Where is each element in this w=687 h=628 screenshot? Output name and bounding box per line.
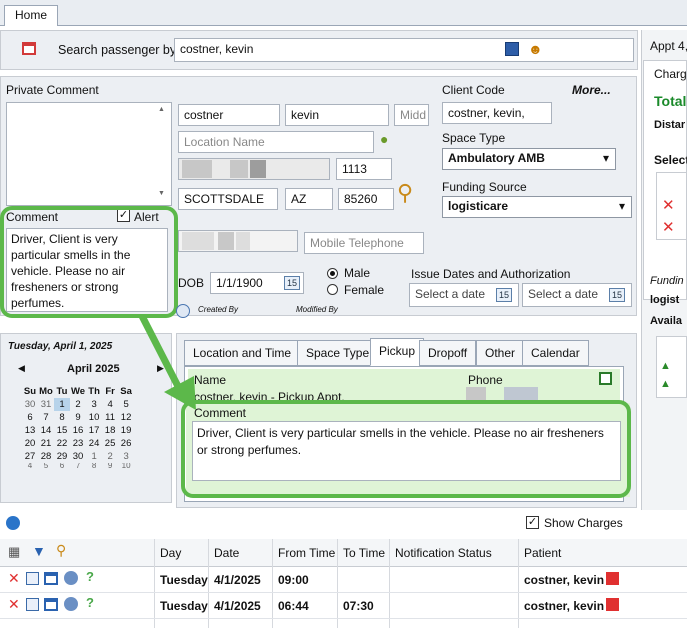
row-day: Tuesday	[160, 573, 208, 587]
patient-status-marker	[606, 572, 619, 585]
patient-status-marker	[606, 598, 619, 611]
help-icon[interactable]: ?	[86, 569, 94, 584]
row-date: 4/1/2025	[214, 573, 261, 587]
help-icon[interactable]: ?	[86, 595, 94, 610]
col-day[interactable]: Day	[160, 546, 181, 560]
row-patient: costner, kevin	[524, 573, 605, 587]
row-from-time: 06:44	[278, 599, 309, 613]
col-notification-status[interactable]: Notification Status	[395, 546, 492, 560]
filter-icon[interactable]: ▼	[32, 543, 46, 559]
grid-icon[interactable]	[44, 572, 58, 585]
download-icon[interactable]	[64, 597, 78, 611]
show-charges-label: Show Charges	[544, 516, 623, 530]
download-icon[interactable]	[64, 571, 78, 585]
col-patient[interactable]: Patient	[524, 546, 561, 560]
highlight-arrow	[138, 314, 196, 410]
edit-icon[interactable]	[26, 598, 39, 611]
delete-icon[interactable]: ✕	[8, 570, 20, 587]
row-patient: costner, kevin	[524, 599, 605, 613]
grid-icon[interactable]	[44, 598, 58, 611]
row-day: Tuesday	[160, 599, 208, 613]
delete-icon[interactable]: ✕	[8, 596, 20, 613]
col-from-time[interactable]: From Time	[278, 546, 335, 560]
row-from-time: 09:00	[278, 573, 309, 587]
row-to-time: 07:30	[343, 599, 374, 613]
show-charges-checkbox[interactable]: ✓	[526, 516, 539, 529]
refresh-circle-icon[interactable]	[6, 516, 20, 530]
search-icon[interactable]: ⚲	[56, 542, 66, 559]
edit-icon[interactable]	[26, 572, 39, 585]
row-date: 4/1/2025	[214, 599, 261, 613]
grid-toolbar-icon[interactable]: ▦	[8, 544, 20, 560]
col-date[interactable]: Date	[214, 546, 239, 560]
col-to-time[interactable]: To Time	[343, 546, 385, 560]
